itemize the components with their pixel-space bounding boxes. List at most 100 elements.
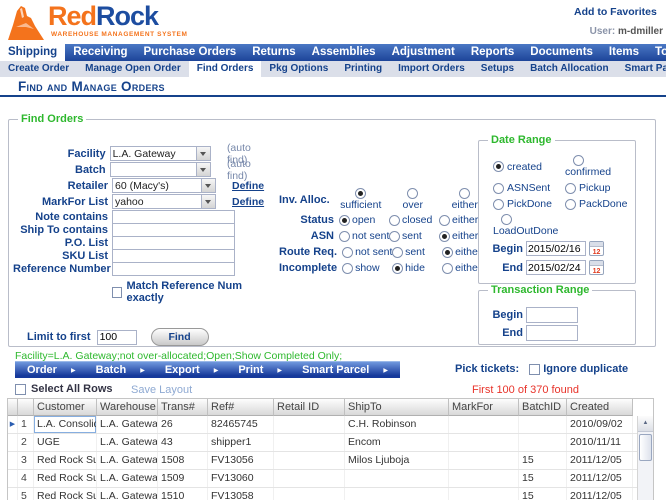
input-p-o-list[interactable] — [112, 236, 235, 250]
main-nav: ShippingReceivingPurchase OrdersReturnsA… — [0, 44, 666, 61]
calendar-icon[interactable] — [589, 241, 604, 256]
radio-option-asn-not-sent[interactable]: not sent — [339, 230, 389, 242]
vertical-scrollbar[interactable]: ▲ — [637, 416, 653, 500]
date-begin-label: Begin — [479, 243, 526, 255]
table-row[interactable]: 2UGEL.A. Gateway43shipper1Encom2010/11/1… — [8, 434, 653, 452]
radio-group-label: ASN — [279, 230, 339, 242]
add-to-favorites-link[interactable]: Add to Favorites — [574, 6, 657, 18]
radio-option-status-open[interactable]: open — [339, 214, 389, 226]
radio-option-route-req-sent[interactable]: sent — [392, 246, 442, 258]
allocation-filters: Inv. Alloc.sufficientovereitherStatusope… — [279, 188, 489, 278]
main-nav-item-adjustment[interactable]: Adjustment — [384, 44, 463, 61]
combo-retailer[interactable]: 60 (Macy's) — [112, 178, 216, 193]
form-row-p-o-list: P.O. List — [13, 236, 273, 249]
date-radio-packdone[interactable]: PackDone — [565, 198, 633, 210]
date-radio-pickup[interactable]: Pickup — [565, 182, 633, 194]
input-sku-list[interactable] — [112, 249, 235, 263]
radio-option-status-closed[interactable]: closed — [389, 214, 439, 226]
main-nav-item-items[interactable]: Items — [601, 44, 647, 61]
combo-markfor-list[interactable]: yahoo — [112, 194, 216, 209]
radio-option-inv-alloc-over[interactable]: over — [387, 188, 439, 211]
header: RedRock WAREHOUSE MANAGEMENT SYSTEM Add … — [0, 0, 666, 44]
scroll-thumb[interactable] — [639, 434, 652, 461]
date-begin-input[interactable] — [526, 241, 586, 256]
find-orders-legend: Find Orders — [18, 113, 86, 125]
radio-option-incomplete-hide[interactable]: hide — [392, 262, 442, 274]
date-end-input[interactable] — [526, 260, 586, 275]
sub-nav-item-pkg-options[interactable]: Pkg Options — [261, 61, 336, 77]
main-nav-item-receiving[interactable]: Receiving — [65, 44, 135, 61]
limit-input[interactable] — [97, 330, 137, 345]
combo-batch[interactable] — [110, 162, 211, 177]
radio-option-asn-sent[interactable]: sent — [389, 230, 439, 242]
toolbar-menu-print[interactable]: Print▶ — [238, 364, 282, 376]
grid-header-trans[interactable]: Trans# — [158, 399, 208, 416]
chevron-down-icon[interactable] — [196, 163, 210, 176]
grid-header-warehouse[interactable]: Warehouse — [97, 399, 158, 416]
match-reference-checkbox[interactable] — [112, 287, 122, 298]
find-button[interactable]: Find — [151, 328, 209, 346]
input-reference-number[interactable] — [112, 262, 235, 276]
main-nav-item-shipping[interactable]: Shipping — [0, 44, 65, 61]
grid-header-batchid[interactable]: BatchID — [519, 399, 567, 416]
main-nav-item-returns[interactable]: Returns — [244, 44, 303, 61]
main-nav-item-purchase-orders[interactable]: Purchase Orders — [136, 44, 245, 61]
transaction-begin-input[interactable] — [526, 307, 578, 323]
radio-option-route-req-not-sent[interactable]: not sent — [342, 246, 392, 258]
table-row[interactable]: 4Red Rock SuppL.A. Gateway1509FV13060152… — [8, 470, 653, 488]
sub-nav-item-manage-open-order[interactable]: Manage Open Order — [77, 61, 189, 77]
date-radio-loadoutdone[interactable]: LoadOutDone — [493, 214, 565, 237]
toolbar-menu-smart-parcel[interactable]: Smart Parcel▶ — [302, 364, 388, 376]
sub-nav-item-batch-allocation[interactable]: Batch Allocation — [522, 61, 617, 77]
grid-header-ref[interactable]: Ref# — [208, 399, 274, 416]
radio-icon — [442, 247, 453, 258]
date-radio-pickdone[interactable]: PickDone — [493, 198, 565, 210]
main-nav-item-assemblies[interactable]: Assemblies — [304, 44, 384, 61]
table-row[interactable]: 5Red Rock SuppL.A. Gateway1510FV13058152… — [8, 488, 653, 500]
grid-header-created[interactable]: Created — [567, 399, 633, 416]
scroll-up-icon[interactable]: ▲ — [638, 416, 653, 432]
calendar-icon[interactable] — [589, 260, 604, 275]
sub-nav-item-find-orders[interactable]: Find Orders — [189, 61, 262, 77]
toolbar-menu-order[interactable]: Order▶ — [27, 364, 76, 376]
date-range-legend: Date Range — [488, 134, 555, 146]
combo-value: L.A. Gateway — [111, 147, 196, 160]
grid-cell — [274, 452, 345, 469]
radio-option-inv-alloc-sufficient[interactable]: sufficient — [335, 188, 387, 211]
toolbar-menu-batch[interactable]: Batch▶ — [96, 364, 145, 376]
date-radio-asnsent[interactable]: ASNSent — [493, 182, 565, 194]
ignore-duplicate-checkbox[interactable] — [529, 364, 540, 375]
chevron-down-icon[interactable] — [201, 179, 215, 192]
date-radio-created[interactable]: created — [493, 155, 565, 178]
main-nav-item-tools[interactable]: Tools — [647, 44, 666, 61]
sub-nav-item-printing[interactable]: Printing — [336, 61, 390, 77]
input-note-contains[interactable] — [112, 210, 235, 224]
date-radio-confirmed[interactable]: confirmed — [565, 155, 633, 178]
sub-nav-item-create-order[interactable]: Create Order — [0, 61, 77, 77]
input-ship-to-contains[interactable] — [112, 223, 235, 237]
grid-cell: 2011/12/05 — [567, 488, 633, 500]
sub-nav-item-import-orders[interactable]: Import Orders — [390, 61, 473, 77]
grid-header-shipto[interactable]: ShipTo — [345, 399, 449, 416]
sub-nav-item-smart-pack[interactable]: Smart Pack — [617, 61, 666, 77]
select-all-checkbox[interactable] — [15, 384, 26, 395]
table-row[interactable]: 3Red Rock SuppL.A. Gateway1508FV13056Mil… — [8, 452, 653, 470]
grid-header-retail-id[interactable]: Retail ID — [274, 399, 345, 416]
define-link-markfor-list[interactable]: Define — [232, 196, 264, 208]
save-layout-link[interactable]: Save Layout — [131, 384, 192, 396]
table-row[interactable]: ▶1L.A. ConsolidatL.A. Gateway2682465745C… — [8, 416, 653, 434]
main-nav-item-reports[interactable]: Reports — [463, 44, 522, 61]
grid-header-customer[interactable]: Customer — [34, 399, 97, 416]
define-link-retailer[interactable]: Define — [232, 180, 264, 192]
radio-option-incomplete-show[interactable]: show — [342, 262, 392, 274]
grid-cell — [449, 434, 519, 451]
toolbar-menu-export[interactable]: Export▶ — [165, 364, 218, 376]
combo-facility[interactable]: L.A. Gateway — [110, 146, 211, 161]
main-nav-item-documents[interactable]: Documents — [522, 44, 601, 61]
sub-nav-item-setups[interactable]: Setups — [473, 61, 522, 77]
chevron-down-icon[interactable] — [196, 147, 210, 160]
pick-tickets-controls: Pick tickets: Ignore duplicate — [455, 363, 628, 375]
grid-header-markfor[interactable]: MarkFor — [449, 399, 519, 416]
transaction-end-input[interactable] — [526, 325, 578, 341]
chevron-down-icon[interactable] — [201, 195, 215, 208]
